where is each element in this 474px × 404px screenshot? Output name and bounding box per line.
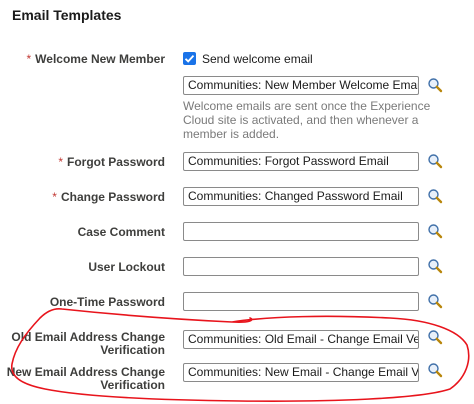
forgot-password-lookup-icon[interactable] — [427, 153, 443, 169]
one-time-password-lookup-icon[interactable] — [427, 293, 443, 309]
change-password-template-field[interactable]: Communities: Changed Password Email — [183, 187, 419, 206]
welcome-new-member-label: * Welcome New Member — [26, 52, 166, 66]
section-title: Email Templates — [12, 7, 122, 23]
welcome-email-help-text: Welcome emails are sent once the Experie… — [183, 99, 431, 141]
change-password-label: * Change Password — [52, 190, 165, 204]
case-comment-template-field[interactable] — [183, 222, 419, 241]
old-email-change-verification-template-field[interactable]: Communities: Old Email - Change Email Ve… — [183, 330, 419, 349]
new-email-change-verification-lookup-icon[interactable] — [427, 362, 443, 378]
one-time-password-label: One-Time Password — [49, 295, 165, 309]
user-lockout-template-field[interactable] — [183, 257, 419, 276]
new-email-change-verification-label: New Email Address Change Verification — [6, 365, 165, 392]
send-welcome-email-label: Send welcome email — [202, 52, 313, 66]
welcome-email-template-field[interactable]: Communities: New Member Welcome Email — [183, 76, 419, 95]
old-email-change-verification-lookup-icon[interactable] — [427, 329, 443, 345]
forgot-password-template-field[interactable]: Communities: Forgot Password Email — [183, 152, 419, 171]
case-comment-label: Case Comment — [77, 225, 165, 239]
user-lockout-label: User Lockout — [88, 260, 165, 274]
case-comment-lookup-icon[interactable] — [427, 223, 443, 239]
change-password-lookup-icon[interactable] — [427, 188, 443, 204]
new-email-change-verification-template-field[interactable]: Communities: New Email - Change Email Ve… — [183, 363, 419, 382]
old-email-change-verification-label: Old Email Address Change Verification — [11, 330, 165, 357]
one-time-password-template-field[interactable] — [183, 292, 419, 311]
user-lockout-lookup-icon[interactable] — [427, 258, 443, 274]
send-welcome-email-checkbox[interactable] — [183, 52, 196, 65]
checkbox-checked-icon — [184, 54, 195, 63]
welcome-email-lookup-icon[interactable] — [427, 77, 443, 93]
forgot-password-label: * Forgot Password — [58, 155, 165, 169]
